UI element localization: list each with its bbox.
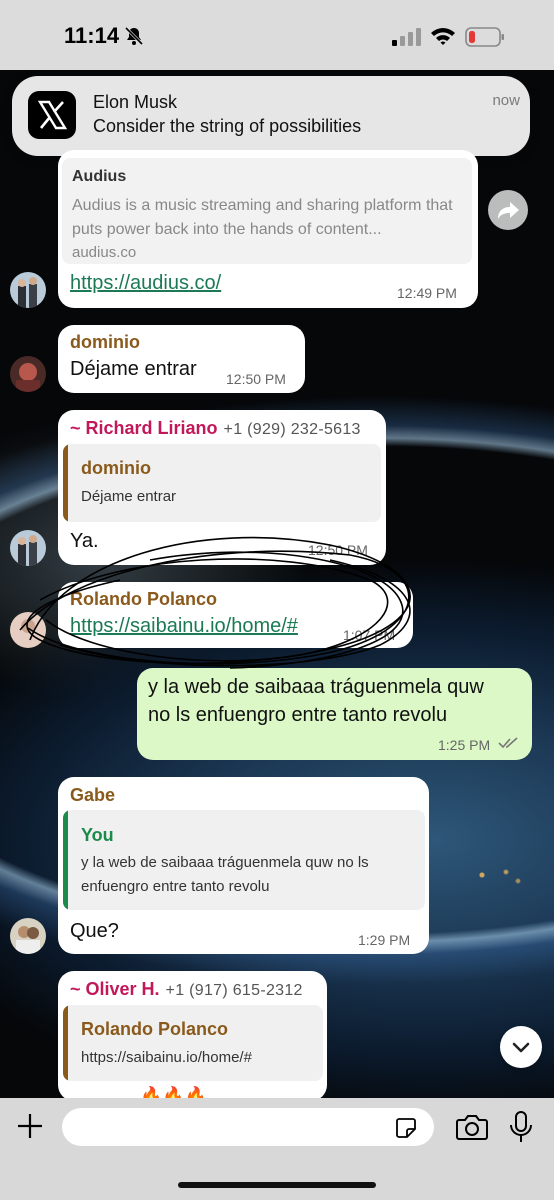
scroll-to-bottom-button[interactable] — [500, 1026, 542, 1068]
quote-text-line-1: y la web de saibaaa tráguenmela quw no l… — [81, 854, 369, 871]
avatar[interactable] — [10, 918, 46, 954]
quote-bar — [63, 444, 68, 522]
quote-bar — [63, 1005, 68, 1081]
quoted-message[interactable]: Rolando Polanco https://saibainu.io/home… — [63, 1005, 323, 1081]
message-link[interactable]: https://saibainu.io/home/# — [70, 615, 298, 638]
message-input[interactable] — [62, 1108, 434, 1146]
preview-domain: audius.co — [72, 244, 137, 261]
forward-icon — [498, 202, 519, 219]
x-logo-icon — [28, 91, 76, 139]
microphone-icon[interactable] — [508, 1110, 534, 1144]
quote-bar — [63, 810, 68, 910]
status-bar: 11:14 — [0, 0, 554, 70]
quote-sender: dominio — [81, 458, 151, 478]
quote-text: Déjame entrar — [81, 488, 177, 505]
message-time: 1:07 PM — [343, 627, 396, 643]
quote-sender: You — [81, 825, 114, 845]
notification-sender: Elon Musk — [93, 92, 178, 112]
message-text: Ya. — [70, 530, 99, 552]
status-time: 11:14 — [64, 23, 120, 48]
sender-display-name: ~ Richard Liriano — [70, 418, 218, 438]
sender-name[interactable]: Gabe — [70, 785, 115, 806]
message-link[interactable]: https://audius.co/ — [70, 272, 221, 295]
quoted-message[interactable]: dominio Déjame entrar — [63, 444, 381, 522]
message-text: Déjame entrar — [70, 358, 197, 380]
bell-slash-icon — [124, 26, 144, 46]
message-time: 12:50 PM — [308, 542, 368, 558]
sender-phone: +1 (917) 615-2312 — [165, 982, 303, 999]
plus-icon[interactable] — [14, 1110, 46, 1142]
quoted-message[interactable]: You y la web de saibaaa tráguenmela quw … — [63, 810, 425, 910]
message-text-line-1: y la web de saibaaa tráguenmela quw — [148, 676, 484, 698]
message-text: Que? — [70, 920, 119, 942]
link-preview-card[interactable]: Audius Audius is a music streaming and s… — [62, 158, 472, 264]
sender-name[interactable]: ~ Oliver H. +1 (917) 615-2312 — [70, 979, 303, 1000]
quote-sender: Rolando Polanco — [81, 1019, 229, 1039]
cellular-signal-icon — [392, 28, 421, 46]
message-composer — [0, 1098, 554, 1200]
message-time: 1:25 PM — [438, 737, 491, 753]
home-indicator — [178, 1182, 376, 1188]
notification-time: now — [492, 92, 520, 109]
quote-text: https://saibainu.io/home/# — [81, 1049, 252, 1066]
notification-message: Consider the string of possibilities — [93, 116, 362, 136]
message-text-line-2: no ls enfuengro entre tanto revolu — [148, 704, 448, 726]
message-time: 12:49 PM — [397, 285, 457, 301]
sender-display-name: ~ Oliver H. — [70, 979, 160, 999]
avatar[interactable] — [10, 356, 46, 392]
preview-description: Audius is a music streaming and sharing … — [72, 197, 453, 238]
sticker-icon[interactable] — [394, 1116, 418, 1140]
forward-button[interactable] — [488, 190, 528, 230]
message-time: 1:29 PM — [358, 932, 411, 948]
avatar[interactable] — [10, 612, 46, 648]
double-check-icon — [498, 737, 518, 749]
wifi-icon — [431, 28, 455, 45]
quote-text-line-2: enfuengro entre tanto revolu — [81, 878, 270, 895]
avatar[interactable] — [10, 272, 46, 308]
sender-name[interactable]: Rolando Polanco — [70, 589, 217, 610]
sender-name[interactable]: dominio — [70, 332, 140, 353]
preview-title: Audius — [72, 168, 127, 185]
chevron-down-icon — [512, 1042, 530, 1053]
push-notification[interactable]: Elon Musk Consider the string of possibi… — [12, 76, 530, 156]
city-lights — [470, 860, 530, 890]
sender-phone: +1 (929) 232-5613 — [223, 421, 361, 438]
sender-name[interactable]: ~ Richard Liriano +1 (929) 232-5613 — [70, 418, 361, 439]
avatar[interactable] — [10, 530, 46, 566]
message-time: 12:50 PM — [226, 371, 286, 387]
battery-low-icon — [465, 27, 504, 47]
camera-icon[interactable] — [455, 1112, 489, 1142]
